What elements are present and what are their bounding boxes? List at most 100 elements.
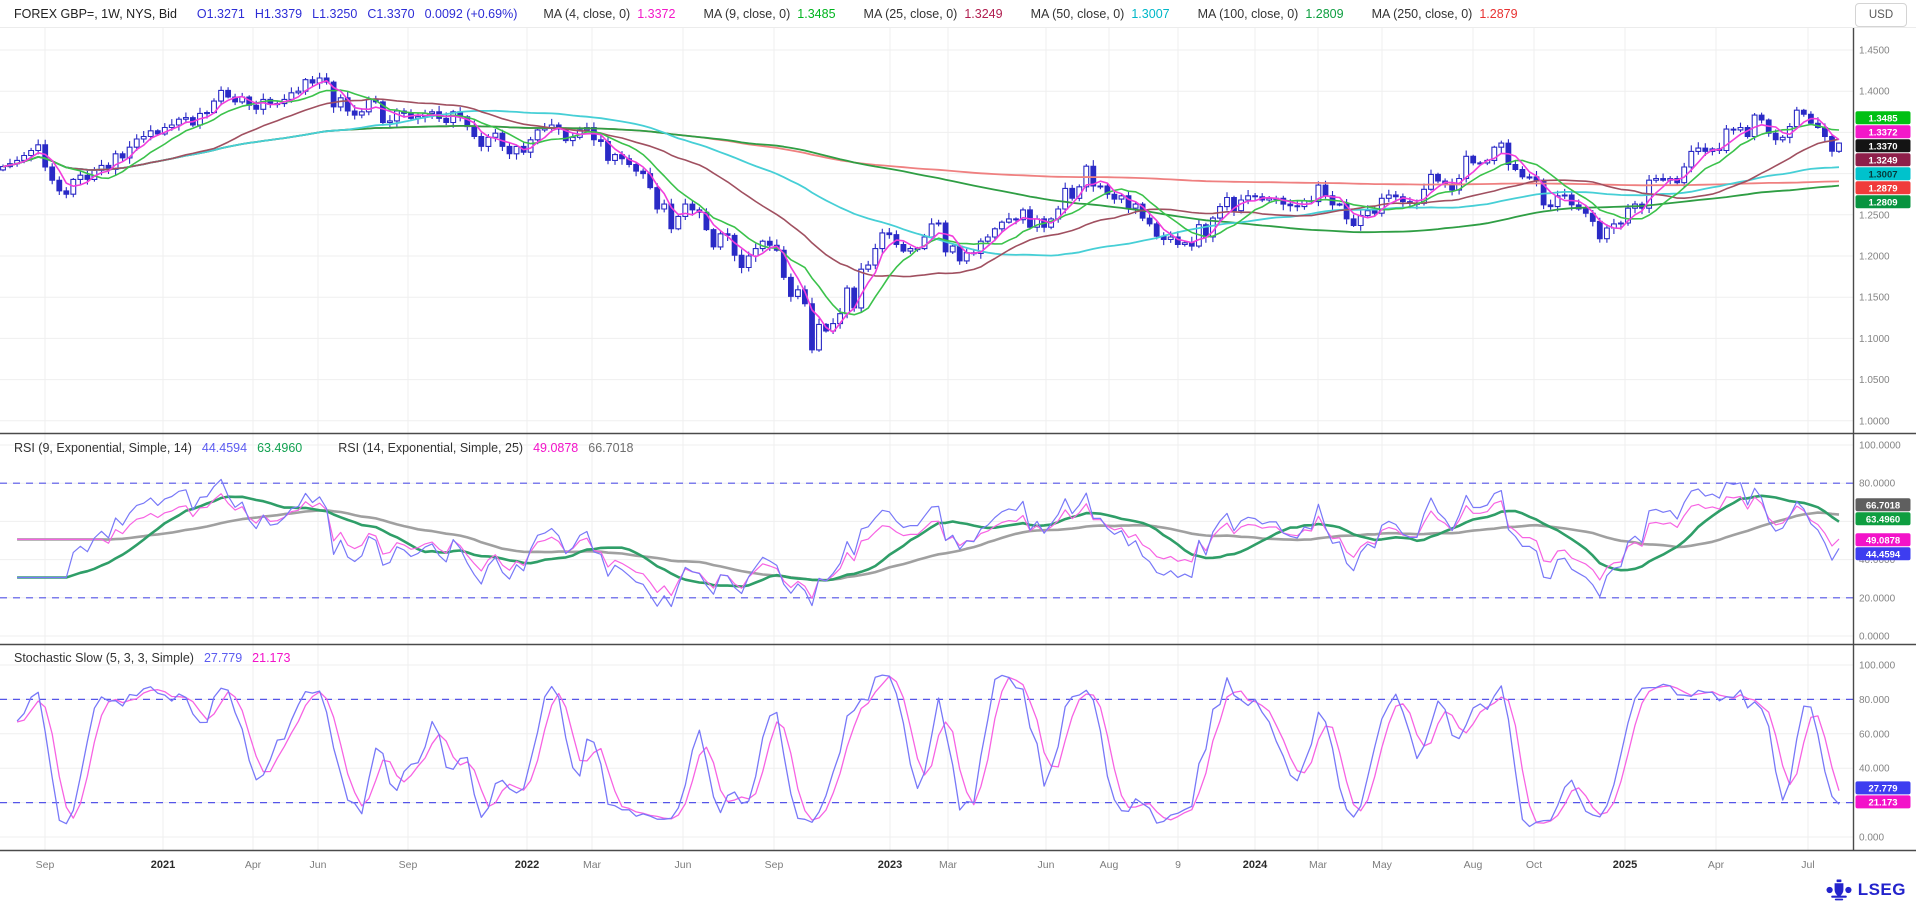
x-axis-month-label: Mar [583, 859, 602, 871]
x-axis-month-label: Mar [939, 859, 958, 871]
ma-legend-label: MA (250, close, 0) [1372, 7, 1473, 21]
x-axis-year-label: 2025 [1613, 859, 1637, 871]
ma-legend-label: MA (100, close, 0) [1198, 7, 1299, 21]
rsi-panel[interactable] [0, 479, 1853, 606]
stoch-value-badge: 21.173 [1856, 795, 1911, 808]
price-axis-tick: 1.1000 [1859, 334, 1890, 345]
badge-text: 21.173 [1868, 798, 1897, 809]
rsi-series-line [17, 510, 1839, 580]
stoch-axis-tick: 80.000 [1859, 695, 1890, 706]
ma-legend-item[interactable]: MA (4, close, 0) 1.3372 [543, 7, 675, 21]
x-axis-month-label: May [1372, 859, 1393, 871]
candles-up [1, 78, 1842, 350]
lseg-logo: LSEG [1826, 879, 1906, 901]
rsi-value-badge: 66.7018 [1856, 498, 1911, 511]
ma-legend-value: 1.3372 [637, 7, 675, 21]
ma-legend-label: MA (50, close, 0) [1031, 7, 1125, 21]
ma-legend-item[interactable]: MA (25, close, 0) 1.3249 [864, 7, 1003, 21]
ohlc-value: C1.3370 [367, 7, 414, 21]
rsi-value-badge: 63.4960 [1856, 512, 1911, 525]
badge-text: 66.7018 [1866, 500, 1900, 511]
rsi-value-badge: 44.4594 [1856, 547, 1911, 560]
badge-text: 44.4594 [1866, 549, 1901, 560]
rsi-legend[interactable]: RSI (9, Exponential, Simple, 14) 44.4594 6… [14, 441, 633, 455]
x-axis-year-label: 2021 [151, 859, 175, 871]
ma-legend-label: MA (25, close, 0) [864, 7, 958, 21]
ma-legend-label: MA (4, close, 0) [543, 7, 630, 21]
stoch-axis-tick: 60.000 [1859, 729, 1890, 740]
stoch-value-badge: 27.779 [1856, 781, 1911, 794]
price-axis-tick: 1.4500 [1859, 46, 1890, 57]
lseg-logo-text: LSEG [1858, 880, 1906, 900]
badge-text: 1.3372 [1868, 127, 1897, 138]
badge-text: 1.2879 [1868, 183, 1897, 194]
gridlines [0, 28, 1853, 850]
price-axis-tick: 1.1500 [1859, 293, 1890, 304]
badge-text: 1.3485 [1868, 113, 1898, 124]
legend-part: 44.4594 [202, 441, 247, 455]
price-axis-tick: 1.4000 [1859, 87, 1890, 98]
price-value-badge: 1.3370 [1856, 139, 1911, 152]
price-value-badge: 1.3249 [1856, 153, 1911, 166]
rsi-axis-tick: 20.0000 [1859, 593, 1896, 604]
currency-axis-button[interactable]: USD [1855, 3, 1907, 27]
stoch-axis-tick: 0.000 [1859, 833, 1884, 844]
x-axis-month-label: Jun [675, 859, 692, 871]
lseg-crest-icon [1826, 879, 1852, 901]
stoch-axis-tick: 40.000 [1859, 764, 1890, 775]
stoch-axis-tick: 100.000 [1859, 661, 1896, 672]
chart-app: 1.45001.40001.35001.30001.25001.20001.15… [0, 0, 1916, 905]
stochastic-legend[interactable]: Stochastic Slow (5, 3, 3, Simple)27.7792… [14, 651, 290, 665]
badge-text: 63.4960 [1866, 514, 1900, 525]
ma-4-line [3, 81, 1839, 333]
rsi-value-badge: 49.0878 [1856, 533, 1911, 546]
x-axis-year-label: 2024 [1243, 859, 1268, 871]
chart-legend-bar: FOREX GBP=, 1W, NYS, Bid O1.3271 H1.3379 L… [0, 0, 1916, 28]
badge-text: 27.779 [1868, 784, 1897, 795]
badge-text: 49.0878 [1866, 535, 1900, 546]
ma-legend-item[interactable]: MA (50, close, 0)1.3007 [1031, 7, 1170, 21]
ma-25-line [3, 99, 1839, 277]
x-axis-year-label: 2022 [515, 859, 539, 871]
ma-legend-value: 1.3485 [797, 7, 835, 21]
x-axis-month-label: Mar [1309, 859, 1328, 871]
x-axis-month-label: Jul [1801, 859, 1814, 871]
x-axis-month-label: Oct [1526, 859, 1542, 871]
stochastic-panel[interactable] [0, 675, 1853, 826]
ma-9-line [3, 90, 1839, 315]
price-value-badge: 1.3485 [1856, 111, 1911, 124]
rsi-series-line [17, 479, 1839, 606]
price-panel[interactable] [1, 73, 1842, 354]
price-axis-tick: 1.2000 [1859, 252, 1890, 263]
x-axis-month-label: Jun [310, 859, 327, 871]
x-axis-month-label: 9 [1175, 859, 1181, 871]
ma-250-line [3, 126, 1839, 185]
ma-legend-item[interactable]: MA (250, close, 0) 1.2879 [1372, 7, 1518, 21]
price-value-badge: 1.2879 [1856, 181, 1911, 194]
ma-legend-item[interactable]: MA (9, close, 0)1.3485 [703, 7, 835, 21]
legend-part: RSI (9, Exponential, Simple, 14) [14, 441, 192, 455]
price-value-badge: 1.3372 [1856, 125, 1911, 138]
rsi-axis-tick: 0.0000 [1859, 632, 1890, 643]
x-axis-month-label: Sep [399, 859, 418, 871]
x-axis-year-label: 2023 [878, 859, 902, 871]
candle-wicks [3, 73, 1839, 354]
x-axis-month-label: Apr [245, 859, 262, 871]
badge-text: 1.3370 [1868, 141, 1897, 152]
ohlc-value: H1.3379 [255, 7, 302, 21]
ohlc-value: L1.3250 [312, 7, 357, 21]
rsi-axis-tick: 80.0000 [1859, 479, 1896, 490]
instrument-title[interactable]: FOREX GBP=, 1W, NYS, Bid [14, 7, 177, 21]
ohlc-value: O1.3271 [197, 7, 245, 21]
ma-legend-item[interactable]: MA (100, close, 0) 1.2809 [1198, 7, 1344, 21]
legend-part: 49.0878 [533, 441, 578, 455]
ma-legend-value: 1.2809 [1305, 7, 1343, 21]
ma-100-line [3, 126, 1839, 232]
candles-down [43, 78, 1835, 350]
ma-legend-value: 1.2879 [1479, 7, 1517, 21]
price-value-badge: 1.2809 [1856, 195, 1911, 208]
x-axis-month-label: Apr [1708, 859, 1725, 871]
legend-part: 63.4960 [257, 441, 302, 455]
ma-legend-value: 1.3249 [964, 7, 1002, 21]
x-axis-month-label: Aug [1100, 859, 1119, 871]
